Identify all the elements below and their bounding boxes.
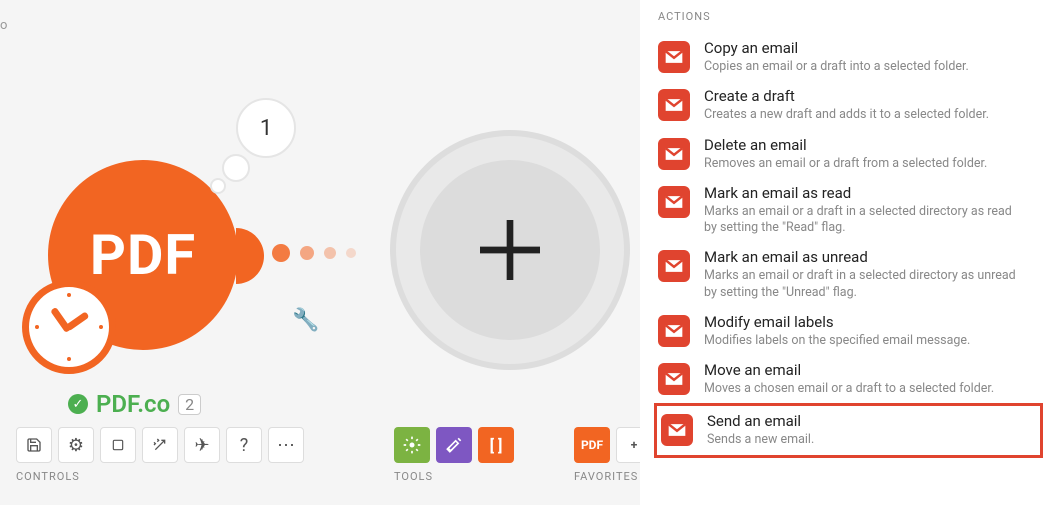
tool-text[interactable]: [ ] — [478, 427, 514, 463]
help-button[interactable]: ? — [226, 427, 262, 463]
more-button[interactable]: ⋯ — [268, 427, 304, 463]
schedule-icon[interactable] — [22, 280, 116, 374]
bubble-decor — [222, 154, 250, 182]
action-move-email[interactable]: Move an emailMoves a chosen email or a d… — [658, 355, 1043, 403]
gmail-icon — [658, 363, 690, 395]
bubble-decor — [210, 178, 226, 194]
favorites-label: FAVORITES — [574, 470, 638, 483]
controls-row: ⚙ ✈ ? ⋯ — [16, 427, 304, 463]
gmail-icon — [658, 186, 690, 218]
favorite-pdf[interactable]: PDF — [574, 427, 610, 463]
action-create-draft[interactable]: Create a draftCreates a new draft and ad… — [658, 81, 1043, 129]
tool-flow[interactable] — [394, 427, 430, 463]
actions-panel: ACTIONS Copy an emailCopies an email or … — [640, 0, 1043, 505]
action-copy-email[interactable]: Copy an emailCopies an email or a draft … — [658, 33, 1043, 81]
wrench-icon[interactable]: 🔧 — [292, 308, 319, 333]
controls-label: CONTROLS — [16, 470, 80, 483]
auto-align-button[interactable] — [142, 427, 178, 463]
gmail-icon — [658, 89, 690, 121]
gmail-icon — [661, 414, 693, 446]
gmail-icon — [658, 138, 690, 170]
operation-count-badge: 1 — [236, 98, 296, 158]
action-mark-read[interactable]: Mark an email as readMarks an email or a… — [658, 178, 1043, 243]
gmail-icon — [658, 315, 690, 347]
tool-tools[interactable] — [436, 427, 472, 463]
action-send-email[interactable]: Send an emailSends a new email. — [654, 403, 1043, 457]
connector-dots — [272, 244, 356, 262]
action-delete-email[interactable]: Delete an emailRemoves an email or a dra… — [658, 130, 1043, 178]
settings-button[interactable]: ⚙ — [58, 427, 94, 463]
plus-icon — [470, 210, 550, 290]
scenario-canvas[interactable]: o PDF 1 🔧 ✓ PDF.co 2 ⚙ ✈ ? ⋯ CONTROLS — [0, 0, 640, 505]
tools-row: [ ] — [394, 427, 514, 463]
stray-text: o — [0, 18, 7, 33]
gmail-icon — [658, 250, 690, 282]
tools-label: TOOLS — [394, 470, 433, 483]
gmail-icon — [658, 41, 690, 73]
module-count: 2 — [178, 394, 201, 415]
notes-button[interactable] — [100, 427, 136, 463]
module-app-label: ✓ PDF.co 2 — [68, 390, 201, 418]
run-once-button[interactable]: ✈ — [184, 427, 220, 463]
check-icon: ✓ — [68, 394, 88, 414]
action-mark-unread[interactable]: Mark an email as unreadMarks an email or… — [658, 242, 1043, 307]
add-module-node[interactable] — [390, 130, 630, 370]
save-button[interactable] — [16, 427, 52, 463]
action-modify-labels[interactable]: Modify email labelsModifies labels on th… — [658, 307, 1043, 355]
module-pdf-label: PDF — [90, 222, 196, 288]
actions-header: ACTIONS — [658, 10, 1043, 23]
connector-arrow — [236, 228, 264, 284]
